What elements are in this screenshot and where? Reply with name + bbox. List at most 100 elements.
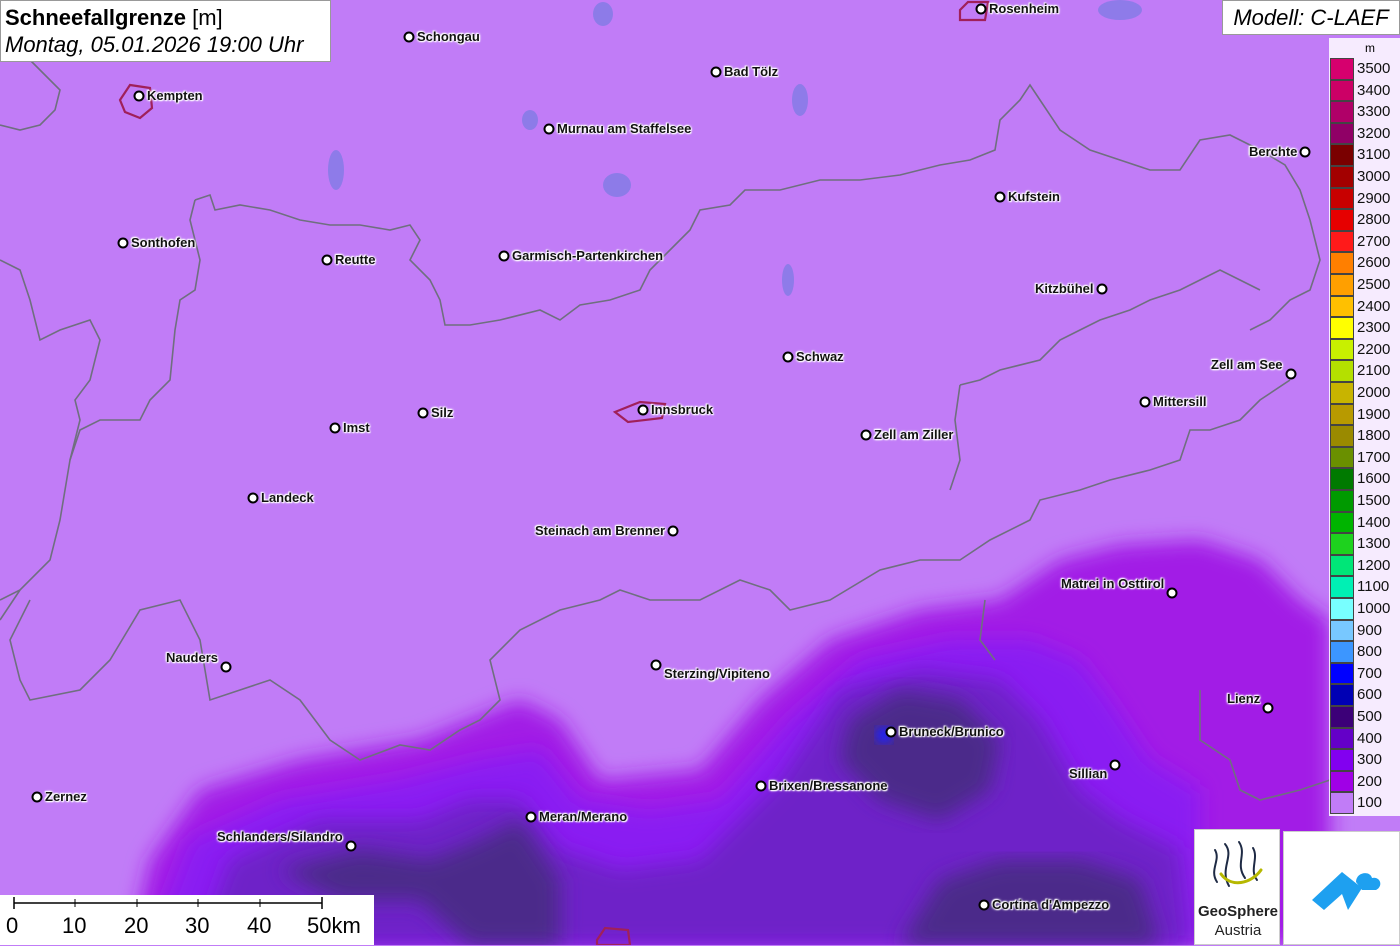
- map-title: Schneefallgrenze [m]: [5, 5, 223, 30]
- legend-entry: 2200: [1330, 338, 1400, 361]
- legend-swatch: [1330, 79, 1354, 102]
- legend-entry: 1000: [1330, 598, 1400, 620]
- legend-entry: 1400: [1330, 511, 1400, 534]
- map-datetime: Montag, 05.01.2026 19:00 Uhr: [5, 32, 304, 57]
- city-label: Berchte: [1249, 144, 1298, 159]
- legend-label: 2800: [1357, 211, 1391, 229]
- city-label: Garmisch-Partenkirchen: [512, 248, 664, 263]
- city-label: Imst: [343, 420, 370, 435]
- legend-label: 2900: [1357, 189, 1391, 207]
- legend-entry: 1900: [1330, 403, 1400, 426]
- legend-label: 1600: [1357, 470, 1391, 488]
- legend-label: 3500: [1357, 60, 1391, 77]
- legend-swatch: [1330, 382, 1354, 404]
- legend-entry: 1500: [1330, 490, 1400, 512]
- city-marker-icon: [710, 66, 722, 78]
- legend-swatch: [1330, 706, 1354, 728]
- legend-entry: 1700: [1330, 446, 1400, 469]
- legend-label: 700: [1357, 664, 1383, 682]
- legend-swatch: [1330, 576, 1354, 598]
- scale-tick-40: 40: [247, 913, 272, 938]
- legend-entry: 2300: [1330, 317, 1400, 339]
- legend-entry: 3300: [1330, 101, 1400, 123]
- city-marker-icon: [860, 429, 872, 441]
- legend-label: 3400: [1357, 81, 1391, 99]
- legend-swatch: [1330, 598, 1354, 620]
- city-marker-icon: [994, 191, 1006, 203]
- legend-swatch: [1330, 252, 1354, 274]
- city-marker-icon: [117, 237, 129, 249]
- snowfall-limit-map[interactable]: [0, 0, 1400, 945]
- legend-label: 900: [1357, 621, 1383, 639]
- legend-swatch: [1330, 209, 1354, 231]
- geosphere-logo-sub: Austria: [1214, 922, 1262, 939]
- legend-label: 1200: [1357, 556, 1391, 574]
- legend-label: 600: [1357, 686, 1383, 704]
- city-label: Kitzbühel: [1035, 281, 1094, 296]
- city-label: Zell am See: [1211, 357, 1283, 372]
- legend-label: 1400: [1357, 513, 1391, 531]
- legend-entry: 300: [1330, 749, 1400, 771]
- city-marker-icon: [978, 899, 990, 911]
- legend-swatch: [1330, 101, 1354, 123]
- city-marker-icon: [667, 525, 679, 537]
- legend-entry: 1800: [1330, 425, 1400, 447]
- legend-label: 1000: [1357, 600, 1391, 617]
- city-marker-icon: [885, 726, 897, 738]
- legend-entry: 2100: [1330, 360, 1400, 382]
- legend-entry: 1300: [1330, 533, 1400, 555]
- legend-entry: 2500: [1330, 274, 1400, 296]
- city-label: Brixen/Bressanone: [769, 778, 888, 793]
- city-marker-icon: [1285, 368, 1297, 380]
- scale-bar: 0 10 20 30 40 50km: [0, 895, 374, 945]
- legend-label: 1800: [1357, 427, 1391, 445]
- city-marker-icon: [403, 31, 415, 43]
- city-marker-icon: [1096, 283, 1108, 295]
- app-logo[interactable]: [1283, 831, 1400, 945]
- legend-entry: 3400: [1330, 79, 1400, 102]
- legend-swatch: [1330, 662, 1354, 685]
- legend-swatch: [1330, 425, 1354, 447]
- model-label: Modell: C-LAEF: [1222, 0, 1400, 35]
- city-label: Sonthofen: [131, 235, 196, 250]
- city-label: Cortina d'Ampezzo: [992, 897, 1110, 912]
- legend-swatch: [1330, 468, 1354, 490]
- legend-label: 1300: [1357, 535, 1391, 553]
- city-label: Schwaz: [796, 349, 844, 364]
- legend-entry: 500: [1330, 706, 1400, 728]
- scale-tick-20: 20: [124, 913, 149, 938]
- city-label: Rosenheim: [989, 1, 1060, 16]
- legend-label: 1700: [1357, 448, 1391, 466]
- city-label: Sterzing/Vipiteno: [664, 666, 770, 681]
- geosphere-austria-logo[interactable]: GeoSphere Austria: [1194, 829, 1280, 945]
- color-legend: m 3500 3400 3300 3200 3100 3000 2900 2800 2700 26…: [1329, 38, 1400, 816]
- legend-unit: m: [1365, 41, 1375, 55]
- legend-entry: 3100: [1330, 144, 1400, 166]
- legend-entry: 2900: [1330, 187, 1400, 210]
- legend-label: 3000: [1357, 168, 1391, 185]
- city-label: Steinach am Brenner: [535, 523, 666, 538]
- city-label: Reutte: [335, 252, 376, 267]
- legend-swatch: [1330, 490, 1354, 512]
- mountain-cloud-icon: [1312, 872, 1381, 910]
- legend-entry: 2700: [1330, 230, 1400, 253]
- legend-label: 2500: [1357, 276, 1391, 293]
- legend-label: 400: [1357, 729, 1383, 747]
- legend-swatch: [1330, 166, 1354, 188]
- legend-swatch: [1330, 274, 1354, 296]
- legend-swatch: [1330, 338, 1354, 361]
- city-label: Matrei in Osttirol: [1061, 576, 1165, 591]
- legend-swatch: [1330, 684, 1354, 706]
- city-label: Bad Tölz: [724, 64, 779, 79]
- legend-label: 2200: [1357, 340, 1391, 358]
- city-marker-icon: [543, 123, 555, 135]
- legend-swatch: [1330, 770, 1354, 793]
- legend-entry: 2400: [1330, 295, 1400, 318]
- legend-swatch: [1330, 749, 1354, 771]
- legend-swatch: [1330, 641, 1354, 663]
- city-marker-icon: [247, 492, 259, 504]
- city-label: Silz: [431, 405, 454, 420]
- city-label: Sillian: [1069, 766, 1108, 781]
- city-marker-icon: [782, 351, 794, 363]
- city-label: Schongau: [417, 29, 480, 44]
